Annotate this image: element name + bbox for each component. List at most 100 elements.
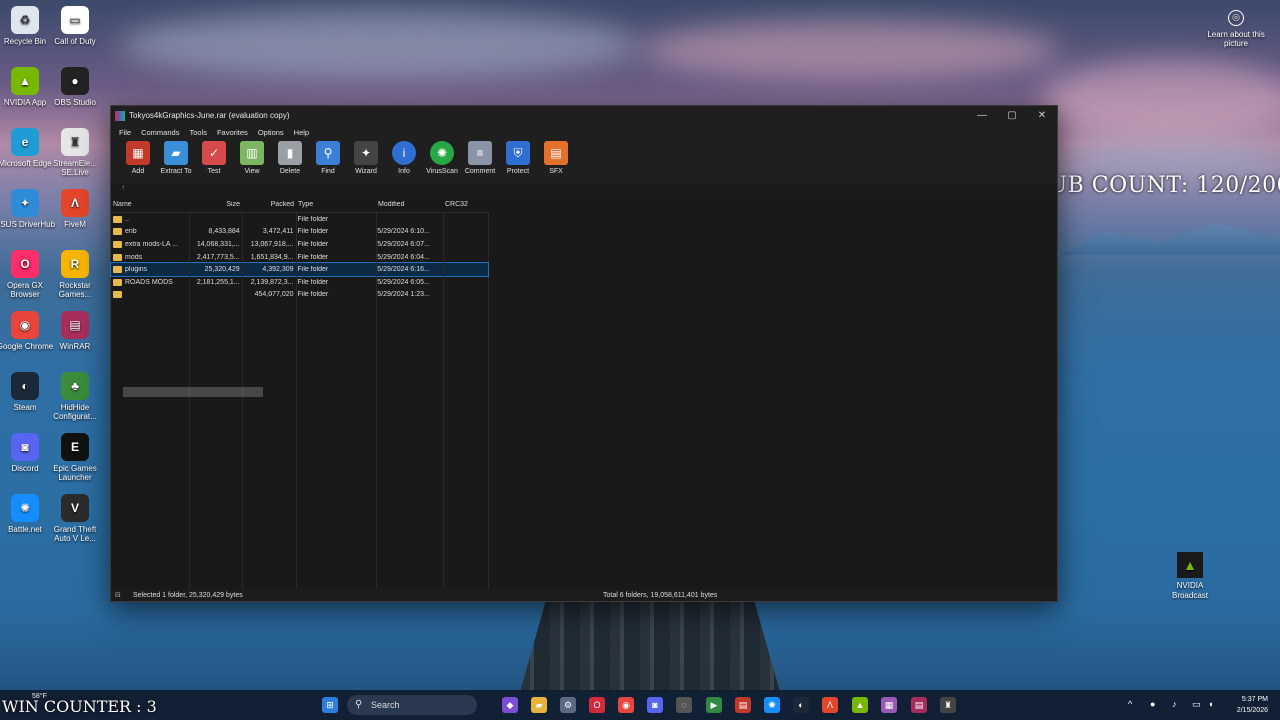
folder-icon [113,291,122,299]
microphone-icon[interactable]: ♪ [1172,699,1177,709]
column-modified[interactable]: Modified [376,201,443,212]
desktop-icon-grand-theft-auto-v-le[interactable]: V Grand Theft Auto V Le... [45,494,105,543]
toolbar-add-button[interactable]: ▦ Add [119,141,157,175]
table-row[interactable]: extra mods-LA ... 14,068,331,... 13,067,91… [111,238,488,251]
desktop-icon-streamele-se-live[interactable]: ♜ StreamEle... SE.Live [45,128,105,177]
desktop-icon-winrar[interactable]: ▤ WinRAR [45,311,105,351]
table-row[interactable]: mods 2,417,773,5... 1,651,834,9... File fol… [111,251,488,264]
toolbar-sfx-button[interactable]: ▤ SFX [537,141,575,175]
table-row[interactable]: ROADS MODS 2,181,255,1... 2,139,872,3... Fi… [111,276,488,289]
column-crc32[interactable]: CRC32 [443,201,489,212]
sky-cloud [640,20,1060,80]
settings-gear-icon[interactable]: ⚙ [560,697,576,713]
up-directory-arrow[interactable]: ↑ [111,183,1057,195]
table-row[interactable]: plugins 25,320,429 4,392,309 File folder 5/2… [110,262,489,277]
toolbar-info-button[interactable]: i Info [385,141,423,175]
table-row[interactable]: 454,077,020 File folder 5/29/2024 1:23... [111,289,488,302]
close-button[interactable]: ✕ [1027,106,1057,125]
cell-name-text: extra mods-LA ... [125,240,178,248]
column-divider [242,213,243,593]
menu-file[interactable]: File [114,128,136,137]
add-icon: ▦ [126,141,150,165]
desktop-icon-label: Rockstar Games... [58,281,92,299]
app-purple-icon[interactable]: ▦ [881,697,897,713]
chrome-icon[interactable]: ◉ [618,697,634,713]
column-name[interactable]: Name [111,201,189,212]
battle-net-icon[interactable]: ✺ [764,697,780,713]
network-icon[interactable]: ▭ [1192,699,1201,710]
column-type[interactable]: Type [296,201,376,212]
discord-icon[interactable]: ◙ [647,697,663,713]
desktop-icon-obs-studio[interactable]: ● OBS Studio [45,67,105,107]
menu-help[interactable]: Help [289,128,314,137]
cell-type: File folder [297,253,329,261]
toolbar-label: Comment [464,168,496,175]
title-bar[interactable]: Tokyos4kGraphics-June.rar (evaluation co… [111,106,1057,125]
toolbar-label: Find [321,168,335,175]
toolbar-test-button[interactable]: ✓ Test [195,141,233,175]
tray-app-icon[interactable]: ● [1150,699,1155,709]
toolbar-extract-to-button[interactable]: ▰ Extract To [157,141,195,175]
view-book-icon: ▥ [240,141,264,165]
start-windows-icon[interactable]: ⊞ [322,697,338,713]
desktop-icon-rockstar-games[interactable]: R Rockstar Games... [45,250,105,299]
volume-icon[interactable]: ◖ [1208,699,1213,709]
desktop-icon-nvidia-broadcast[interactable]: ▲ NVIDIA Broadcast [1166,552,1214,601]
menu-favorites[interactable]: Favorites [212,128,253,137]
file-explorer-icon[interactable]: ▰ [531,697,547,713]
column-size[interactable]: Size [189,201,242,212]
opera-gx-icon[interactable]: O [589,697,605,713]
tray-overflow-chevron-icon[interactable]: ^ [1128,699,1132,709]
desktop-icon-hidhide-configurat[interactable]: ♣ HidHide Configurat... [45,372,105,421]
toolbar-virusscan-button[interactable]: ✺ VirusScan [423,141,461,175]
cell-name: enb [111,228,189,236]
win-counter-overlay: WIN COUNTER : 3 [2,697,157,716]
hidhide-configurat-icon: ♣ [61,372,89,400]
desktop-icon-call-of-duty[interactable]: ▭ Call of Duty [45,6,105,46]
folder-icon [113,278,122,286]
table-row[interactable]: enb 8,433,884 3,472,411 File folder 5/29/202… [111,226,488,239]
menu-options[interactable]: Options [253,128,289,137]
grand-theft-auto-v-le-icon: V [61,494,89,522]
column-divider [296,213,297,593]
cell-size: 2,417,773,5... [196,253,240,261]
nvidia-icon[interactable]: ▲ [852,697,868,713]
protect-shield-icon: ⛨ [506,141,530,165]
menu-commands[interactable]: Commands [136,128,184,137]
learn-about-label: Learn about this picture [1207,30,1265,48]
taskbar-search[interactable]: ⚲ Search [347,695,477,715]
column-packed[interactable]: Packed [242,201,296,212]
fivem-icon[interactable]: Λ [822,697,838,713]
camera-icon: ◎ [1228,10,1244,26]
toolbar-find-button[interactable]: ⚲ Find [309,141,347,175]
minimize-button[interactable]: — [967,106,997,125]
cell-type: File folder [297,266,329,274]
learn-about-picture[interactable]: ◎ Learn about this picture [1206,10,1266,48]
app-icon[interactable]: ◌ [676,697,692,713]
toolbar-label: VirusScan [426,168,458,175]
maximize-button[interactable]: ▢ [997,106,1027,125]
toolbar-wizard-button[interactable]: ✦ Wizard [347,141,385,175]
rockstar-games-icon: R [61,250,89,278]
drive-link-icon: ⊟ [115,592,121,599]
winrar-taskbar-icon[interactable]: ▤ [911,697,927,713]
table-row[interactable]: .. File folder [111,213,488,226]
cell-packed: 2,139,872,3... [250,278,294,286]
desktop-icon-fivem[interactable]: Λ FiveM [45,189,105,229]
system-clock[interactable]: 5:37 PM 2/15/2026 [1237,694,1268,716]
toolbar-comment-button[interactable]: ≡ Comment [461,141,499,175]
toolbar-view-button[interactable]: ▥ View [233,141,271,175]
desktop-icon-label: Grand Theft Auto V Le... [53,525,97,543]
app-gray-icon[interactable]: ♜ [940,697,956,713]
steam-icon[interactable]: ◐ [793,697,809,713]
desktop-icon-epic-games-launcher[interactable]: E Epic Games Launcher [45,433,105,482]
app-red-icon[interactable]: ▤ [735,697,751,713]
cell-size: 8,433,884 [208,228,240,236]
opera-gx-browser-icon: O [11,250,39,278]
toolbar-protect-button[interactable]: ⛨ Protect [499,141,537,175]
copilot-icon[interactable]: ◆ [502,697,518,713]
desktop-icon-label: OBS Studio [54,98,96,107]
toolbar-delete-button[interactable]: ▮ Delete [271,141,309,175]
media-play-icon[interactable]: ▶ [706,697,722,713]
menu-tools[interactable]: Tools [184,128,212,137]
